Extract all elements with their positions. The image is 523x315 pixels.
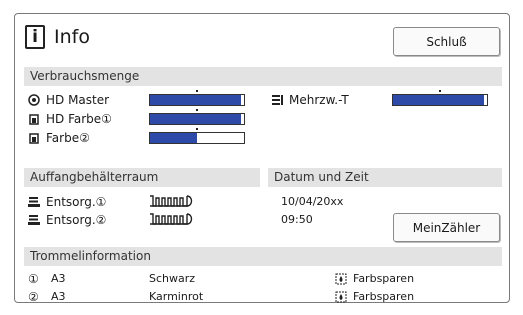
drum-index: ①: [28, 272, 39, 286]
drum-mode: Farbsparen: [353, 272, 415, 285]
meter-tick: [196, 128, 198, 130]
ink-icon: [29, 133, 39, 144]
waste-gauge-icon: [150, 195, 193, 207]
consumable-row-master: HD Master: [28, 92, 109, 108]
ink-save-icon: [335, 291, 347, 303]
master-meter: [149, 90, 245, 106]
ink-save-icon: [335, 273, 347, 285]
meter-tick: [439, 90, 441, 92]
drum-color: Karminrot: [149, 290, 204, 303]
drum-size: A3: [51, 290, 66, 303]
meter-tick: [196, 90, 198, 92]
page-title: Info: [54, 26, 90, 48]
meter-fill: [150, 133, 197, 143]
consumables-heading: Verbrauchsmenge: [24, 67, 502, 86]
drum-index: ②: [28, 290, 39, 304]
waste-gauge-icon: [150, 213, 193, 225]
ink-icon: [29, 114, 39, 125]
close-button[interactable]: Schluß: [393, 27, 500, 56]
drum-color: Schwarz: [149, 272, 196, 285]
consumable-row-ink1: HD Farbe①: [28, 111, 112, 127]
drum-size: A3: [51, 272, 66, 285]
consumable-label: HD Master: [46, 93, 110, 107]
waste-label: Entsorg.①: [46, 195, 107, 209]
drum-mode: Farbsparen: [353, 290, 415, 303]
consumable-label: Mehrzw.-T: [289, 93, 349, 107]
multi-tray-meter: [392, 90, 488, 106]
time-value: 09:50: [281, 213, 313, 226]
info-icon: i: [25, 25, 45, 49]
waste-box-icon: [28, 197, 40, 207]
meter-tick: [196, 109, 198, 111]
drums-heading: Trommelinformation: [24, 247, 502, 266]
multi-tray-icon: [272, 95, 283, 105]
waste-row-1: Entsorg.①: [28, 194, 106, 210]
meter-fill: [150, 114, 242, 124]
ink2-meter: [149, 128, 245, 144]
consumable-label: Farbe②: [46, 131, 90, 145]
waste-heading: Auffangbehälterraum: [24, 168, 260, 187]
waste-label: Entsorg.②: [46, 213, 107, 227]
waste-box-icon: [28, 215, 40, 225]
consumable-label: HD Farbe①: [46, 112, 112, 126]
meter-fill: [393, 95, 485, 105]
master-icon: [28, 94, 40, 106]
date-value: 10/04/20xx: [281, 195, 344, 208]
meter-fill: [150, 95, 242, 105]
consumable-row-ink2: Farbe②: [28, 130, 90, 146]
info-panel: i Info Schluß Verbrauchsmenge HD Master …: [14, 13, 510, 304]
datetime-heading: Datum und Zeit: [268, 168, 502, 187]
my-counter-button[interactable]: MeinZähler: [393, 213, 500, 242]
waste-row-2: Entsorg.②: [28, 212, 106, 228]
ink1-meter: [149, 109, 245, 125]
consumable-row-multi: Mehrzw.-T: [271, 92, 349, 108]
